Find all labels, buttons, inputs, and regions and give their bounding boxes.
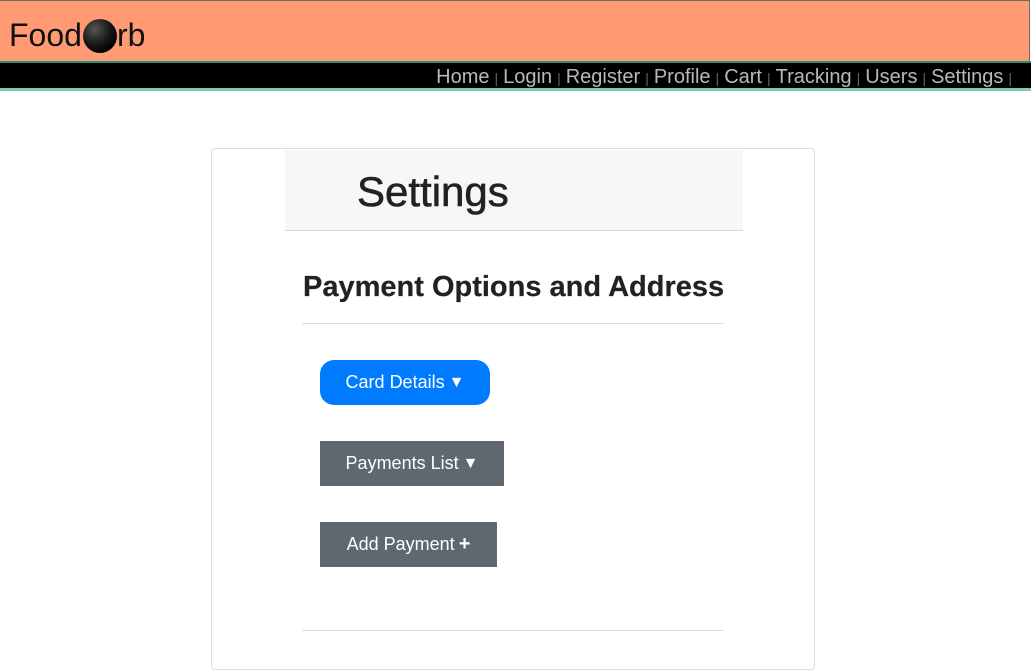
app-header: Food rb [0,0,1030,61]
brand-prefix: Food [9,17,82,53]
add-payment-button[interactable]: Add Payment + [320,522,497,567]
nav-separator: | [494,70,499,86]
divider [302,323,724,324]
page-title: Settings [357,168,509,216]
divider [302,630,724,631]
nav-links: Home | Login | Register | Profile | Cart… [436,65,1017,89]
nav-separator: | [856,70,861,86]
nav-link-register[interactable]: Register [566,65,640,89]
card-header: Settings [285,150,743,231]
nav-separator: | [557,70,561,86]
triangle-down-icon: ▼ [462,454,479,472]
card-details-label: Card Details [345,372,445,392]
plus-icon: + [458,533,471,555]
nav-link-settings[interactable]: Settings [931,65,1003,89]
nav-separator: | [645,70,649,86]
settings-card: Settings Payment Options and Address Car… [211,148,815,670]
payments-list-button[interactable]: Payments List ▼ [320,441,504,486]
orb-icon [82,19,117,53]
nav-link-home[interactable]: Home [436,65,489,89]
add-payment-label: Add Payment [346,534,455,554]
brand-logo[interactable]: Food rb [9,16,145,54]
nav-separator: | [766,70,771,86]
nav-separator: | [1008,70,1012,86]
nav-link-login[interactable]: Login [503,65,552,89]
nav-link-tracking[interactable]: Tracking [776,65,852,89]
nav-link-users[interactable]: Users [865,65,917,89]
nav-link-profile[interactable]: Profile [654,65,711,89]
nav-link-cart[interactable]: Cart [724,65,762,89]
payments-list-label: Payments List [345,453,459,473]
nav-bar: Home | Login | Register | Profile | Cart… [0,61,1031,91]
triangle-down-icon: ▼ [448,373,465,391]
card-details-button[interactable]: Card Details ▼ [320,360,490,405]
nav-separator: | [715,70,720,86]
brand-suffix: rb [116,17,146,53]
section-title: Payment Options and Address [303,271,725,303]
nav-separator: | [922,70,927,86]
